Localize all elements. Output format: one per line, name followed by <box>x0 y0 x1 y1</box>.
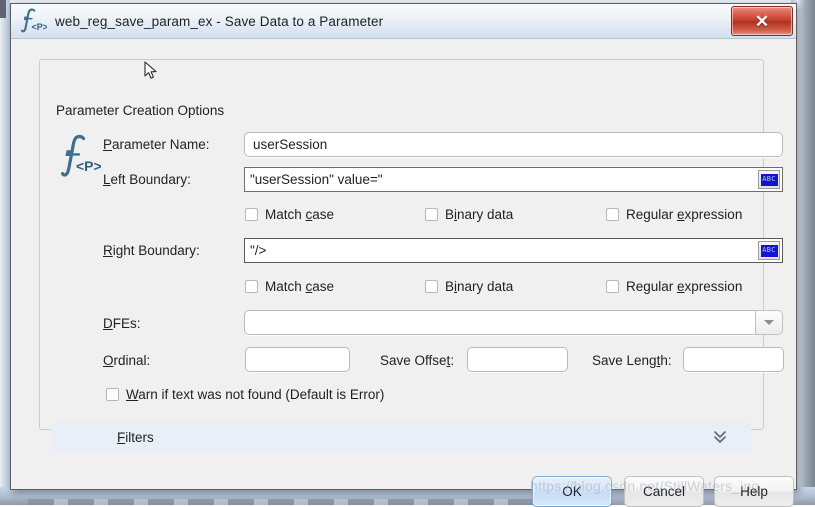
ordinal-input[interactable] <box>245 347 350 372</box>
close-button[interactable]: ✕ <box>731 6 793 36</box>
warn-if-text-not-found-checkbox[interactable]: Warn if text was not found (Default is E… <box>106 387 384 402</box>
backdrop-corner <box>0 0 6 18</box>
save-parameter-dialog: <P> web_reg_save_param_ex - Save Data to… <box>10 3 797 507</box>
double-chevron-down-icon <box>713 429 727 445</box>
save-length-input[interactable] <box>683 347 784 372</box>
svg-text:<P>: <P> <box>76 158 101 174</box>
chevron-down-icon <box>764 320 774 325</box>
function-parameter-icon: <P> <box>15 6 49 36</box>
parameter-name-input[interactable] <box>244 132 783 157</box>
left-boundary-label: Left Boundary: <box>103 172 191 187</box>
ordinal-label: Ordinal: <box>103 353 150 368</box>
right-boundary-match-case-checkbox[interactable]: Match case <box>245 279 334 294</box>
right-boundary-label: Right Boundary: <box>103 243 200 258</box>
checkbox-box <box>606 208 619 221</box>
abc-icon-body: ABC <box>760 173 778 186</box>
abc-icon-text: ABC <box>762 246 776 254</box>
checkbox-label: Regular expression <box>626 207 743 222</box>
abc-icon-text: ABC <box>762 175 776 183</box>
save-offset-label-a: Save Offse <box>380 353 447 368</box>
left-boundary-label-mnemonic: L <box>103 172 111 187</box>
dfes-dropdown-button[interactable] <box>755 310 783 335</box>
checkbox-label: Match case <box>265 207 335 222</box>
save-length-label-a: Save Leng <box>592 353 657 368</box>
dfes-label: DFEs: <box>103 316 141 331</box>
save-length-label-b: h: <box>660 353 672 368</box>
save-offset-label: Save Offset: <box>380 353 454 368</box>
checkbox-label: Warn if text was not found (Default is E… <box>126 387 385 402</box>
right-boundary-binary-data-checkbox[interactable]: Binary data <box>425 279 513 294</box>
save-offset-input[interactable] <box>467 347 568 372</box>
save-length-label: Save Length: <box>592 353 672 368</box>
left-boundary-binary-data-checkbox[interactable]: Binary data <box>425 207 513 222</box>
backdrop-left-band <box>0 0 10 505</box>
checkbox-label: Match case <box>265 279 335 294</box>
left-boundary-match-case-checkbox[interactable]: Match case <box>245 207 334 222</box>
ordinal-label-mnemonic: O <box>103 353 114 368</box>
checkbox-box <box>245 208 258 221</box>
left-boundary-input[interactable] <box>244 167 783 192</box>
right-boundary-label-mnemonic: R <box>103 243 113 258</box>
checkbox-box <box>106 388 119 401</box>
watermark-text: https://blog.csdn.net/StillWaters_ing <box>530 478 760 494</box>
ordinal-label-rest: rdinal: <box>113 353 151 368</box>
checkbox-box <box>425 280 438 293</box>
checkbox-box <box>245 280 258 293</box>
dialog-body: Parameter Creation Options <P> Parameter… <box>11 39 796 507</box>
parameter-name-label: Parameter Name: <box>103 137 210 152</box>
parameter-name-label-mnemonic: P <box>103 137 113 152</box>
dfes-label-mnemonic: D <box>103 316 113 331</box>
left-boundary-regular-expression-checkbox[interactable]: Regular expression <box>606 207 742 222</box>
dialog-title: web_reg_save_param_ex - Save Data to a P… <box>55 13 384 29</box>
right-boundary-input[interactable] <box>244 238 783 263</box>
close-icon: ✕ <box>754 11 770 31</box>
checkbox-box <box>425 208 438 221</box>
group-legend: Parameter Creation Options <box>51 103 230 118</box>
checkbox-label: Binary data <box>445 207 514 222</box>
save-offset-label-b: : <box>450 353 455 368</box>
dialog-titlebar[interactable]: <P> web_reg_save_param_ex - Save Data to… <box>11 4 796 39</box>
checkbox-box <box>606 280 619 293</box>
function-parameter-icon: <P> <box>53 131 102 179</box>
svg-text:<P>: <P> <box>32 22 48 32</box>
dfes-label-rest: FEs: <box>112 316 141 331</box>
abc-icon-body: ABC <box>760 244 778 257</box>
left-boundary-label-rest: eft Boundary: <box>110 172 191 187</box>
group-legend-text: Parameter Creation Options <box>56 103 225 118</box>
right-boundary-label-rest: ight Boundary: <box>112 243 200 258</box>
parameter-name-label-rest: arameter Name: <box>112 137 210 152</box>
right-boundary-abc-icon[interactable]: ABC <box>758 241 780 260</box>
dfes-input[interactable] <box>244 310 756 335</box>
filters-label: Filters <box>117 429 154 445</box>
filters-expander[interactable]: Filters <box>51 422 751 452</box>
checkbox-label: Regular expression <box>626 279 743 294</box>
backdrop-taskbar-hint <box>28 499 588 505</box>
left-boundary-abc-icon[interactable]: ABC <box>758 170 780 189</box>
right-boundary-regular-expression-checkbox[interactable]: Regular expression <box>606 279 742 294</box>
checkbox-label: Binary data <box>445 279 514 294</box>
